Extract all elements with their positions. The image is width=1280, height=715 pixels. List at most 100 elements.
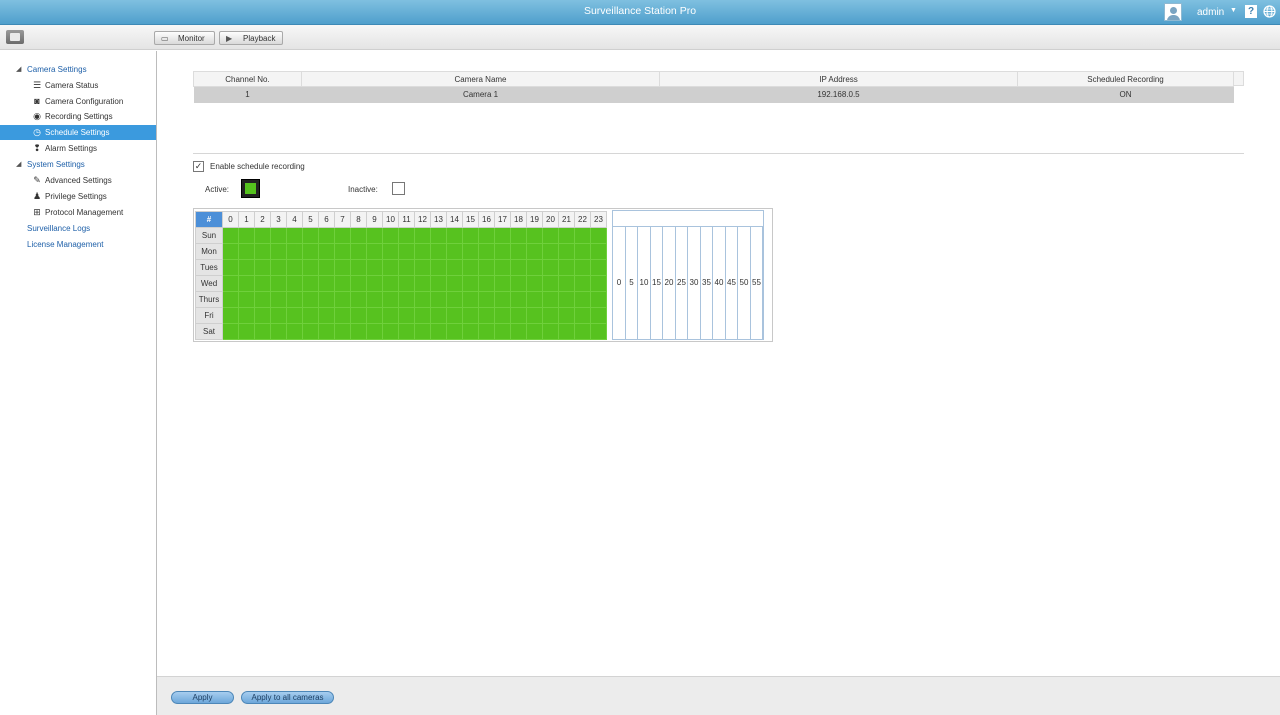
schedule-cell[interactable] — [318, 307, 335, 324]
schedule-cell[interactable] — [398, 243, 415, 260]
schedule-cell[interactable] — [366, 259, 383, 276]
schedule-cell[interactable] — [366, 227, 383, 244]
schedule-cell[interactable] — [462, 291, 479, 308]
schedule-cell[interactable] — [510, 323, 527, 340]
user-menu-caret-icon[interactable]: ▼ — [1230, 7, 1237, 14]
hour-header[interactable]: 6 — [318, 211, 335, 228]
schedule-cell[interactable] — [478, 275, 495, 292]
schedule-cell[interactable] — [382, 307, 399, 324]
schedule-cell[interactable] — [238, 259, 255, 276]
schedule-cell[interactable] — [446, 259, 463, 276]
schedule-cell[interactable] — [526, 227, 543, 244]
schedule-cell[interactable] — [270, 259, 287, 276]
schedule-cell[interactable] — [542, 307, 559, 324]
sidebar-item-camera-configuration[interactable]: ◙ Camera Configuration — [0, 94, 156, 109]
schedule-cell[interactable] — [350, 323, 367, 340]
schedule-cell[interactable] — [238, 307, 255, 324]
schedule-cell[interactable] — [286, 243, 303, 260]
schedule-cell[interactable] — [590, 323, 607, 340]
schedule-cell[interactable] — [510, 259, 527, 276]
inactive-swatch[interactable] — [392, 182, 405, 195]
schedule-cell[interactable] — [302, 275, 319, 292]
schedule-cell[interactable] — [286, 259, 303, 276]
schedule-cell[interactable] — [542, 323, 559, 340]
schedule-cell[interactable] — [478, 227, 495, 244]
schedule-cell[interactable] — [254, 323, 271, 340]
schedule-cell[interactable] — [398, 323, 415, 340]
day-header[interactable]: Wed — [195, 275, 223, 292]
sidebar-group-system-settings[interactable]: ◢ System Settings — [0, 157, 156, 172]
schedule-cell[interactable] — [494, 323, 511, 340]
schedule-cell[interactable] — [238, 275, 255, 292]
schedule-cell[interactable] — [542, 275, 559, 292]
schedule-cell[interactable] — [446, 291, 463, 308]
schedule-cell[interactable] — [414, 323, 431, 340]
schedule-cell[interactable] — [414, 275, 431, 292]
schedule-cell[interactable] — [270, 243, 287, 260]
schedule-cell[interactable] — [302, 259, 319, 276]
schedule-cell[interactable] — [414, 307, 431, 324]
schedule-cell[interactable] — [366, 243, 383, 260]
sidebar-item-surveillance-logs[interactable]: Surveillance Logs — [0, 221, 156, 236]
schedule-cell[interactable] — [398, 275, 415, 292]
schedule-cell[interactable] — [350, 291, 367, 308]
schedule-cell[interactable] — [558, 275, 575, 292]
schedule-cell[interactable] — [222, 307, 239, 324]
schedule-cell[interactable] — [222, 291, 239, 308]
schedule-cell[interactable] — [462, 259, 479, 276]
schedule-cell[interactable] — [494, 259, 511, 276]
schedule-cell[interactable] — [430, 243, 447, 260]
schedule-cell[interactable] — [574, 275, 591, 292]
schedule-cell[interactable] — [398, 259, 415, 276]
schedule-cell[interactable] — [574, 259, 591, 276]
schedule-cell[interactable] — [238, 291, 255, 308]
schedule-cell[interactable] — [238, 243, 255, 260]
schedule-cell[interactable] — [270, 227, 287, 244]
schedule-cell[interactable] — [558, 307, 575, 324]
schedule-cell[interactable] — [574, 243, 591, 260]
schedule-cell[interactable] — [494, 275, 511, 292]
schedule-cell[interactable] — [494, 291, 511, 308]
schedule-cell[interactable] — [318, 291, 335, 308]
schedule-cell[interactable] — [558, 323, 575, 340]
schedule-cell[interactable] — [446, 307, 463, 324]
schedule-cell[interactable] — [574, 323, 591, 340]
schedule-cell[interactable] — [494, 227, 511, 244]
hour-schedule-grid[interactable]: #0 1 2 3 4 5 6 7 8 9 10 11 12 13 14 15 16 17 18 19 20 21 22 23 S… — [195, 211, 607, 340]
schedule-cell[interactable] — [254, 227, 271, 244]
schedule-cell[interactable] — [430, 291, 447, 308]
schedule-cell[interactable] — [510, 227, 527, 244]
schedule-cell[interactable] — [542, 291, 559, 308]
schedule-cell[interactable] — [302, 291, 319, 308]
schedule-cell[interactable] — [318, 243, 335, 260]
schedule-cell[interactable] — [558, 227, 575, 244]
schedule-cell[interactable] — [526, 243, 543, 260]
schedule-cell[interactable] — [590, 275, 607, 292]
day-header[interactable]: Thurs — [195, 291, 223, 308]
schedule-cell[interactable] — [222, 243, 239, 260]
schedule-cell[interactable] — [510, 307, 527, 324]
schedule-cell[interactable] — [382, 227, 399, 244]
hour-header[interactable]: 16 — [478, 211, 495, 228]
schedule-cell[interactable] — [398, 291, 415, 308]
sidebar-item-privilege-settings[interactable]: ♟ Privilege Settings — [0, 189, 156, 204]
enable-schedule-checkbox[interactable]: ✓ — [193, 161, 204, 172]
schedule-cell[interactable] — [318, 275, 335, 292]
schedule-cell[interactable] — [302, 243, 319, 260]
schedule-cell[interactable] — [462, 243, 479, 260]
schedule-cell[interactable] — [366, 275, 383, 292]
schedule-cell[interactable] — [590, 259, 607, 276]
schedule-cell[interactable] — [366, 291, 383, 308]
schedule-cell[interactable] — [382, 323, 399, 340]
schedule-cell[interactable] — [382, 275, 399, 292]
expand-triangle-icon[interactable]: ◢ — [16, 62, 21, 77]
schedule-cell[interactable] — [334, 243, 351, 260]
schedule-cell[interactable] — [462, 307, 479, 324]
sidebar-item-license-management[interactable]: License Management — [0, 237, 156, 252]
schedule-cell[interactable] — [334, 291, 351, 308]
schedule-cell[interactable] — [526, 291, 543, 308]
schedule-cell[interactable] — [254, 307, 271, 324]
hour-header[interactable]: 2 — [254, 211, 271, 228]
schedule-cell[interactable] — [350, 275, 367, 292]
menu-toggle-button[interactable] — [6, 30, 24, 44]
